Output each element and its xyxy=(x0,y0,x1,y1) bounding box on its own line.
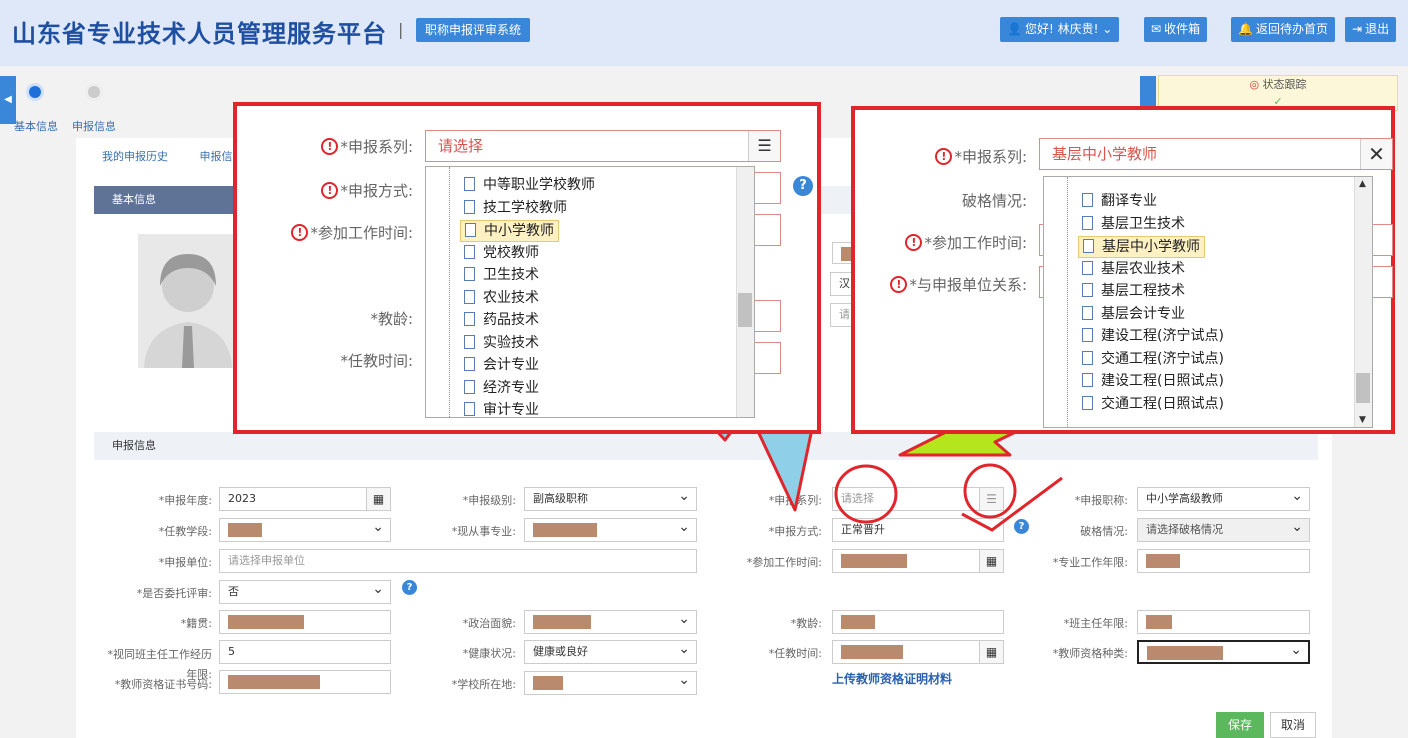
scrollbar-thumb[interactable] xyxy=(1356,373,1370,403)
document-icon xyxy=(1082,306,1093,320)
document-icon xyxy=(464,312,475,326)
series-annotation-circle xyxy=(834,464,898,524)
document-icon xyxy=(464,357,475,371)
document-icon xyxy=(1082,396,1093,410)
help-icon[interactable]: ? xyxy=(793,176,813,196)
document-icon xyxy=(1082,351,1093,365)
document-icon xyxy=(465,223,476,237)
document-icon xyxy=(1082,193,1093,207)
scrollbar[interactable] xyxy=(736,167,754,417)
document-icon xyxy=(464,335,475,349)
list-item[interactable]: 交通工程(济宁试点) xyxy=(1078,349,1228,369)
document-icon xyxy=(1082,328,1093,342)
document-icon xyxy=(1082,216,1093,230)
popup-worktime-label: ! *参加工作时间: xyxy=(875,232,1027,253)
list-item-selected[interactable]: 中小学教师 xyxy=(460,220,559,242)
popup-teach-age-label: *教龄: xyxy=(370,310,413,328)
popup-breaking-label: 破格情况: xyxy=(961,192,1027,210)
series-popup-left: ! *申报系列: 请选择 ☰ ! *申报方式: ! *参加工作时间: *教龄: *任教时… xyxy=(233,102,821,434)
document-icon xyxy=(464,245,475,259)
document-icon xyxy=(1082,373,1093,387)
series-dropdown-left[interactable]: 中等职业学校教师 技工学校教师 中小学教师 党校教师 卫生技术 农业技术 药品技… xyxy=(425,166,755,418)
scroll-up-icon[interactable]: ▲ xyxy=(1359,179,1366,189)
document-icon xyxy=(464,402,475,416)
document-icon xyxy=(464,267,475,281)
document-icon xyxy=(1082,261,1093,275)
list-item[interactable]: 中等职业学校教师 xyxy=(460,175,599,195)
scrollbar-thumb[interactable] xyxy=(738,293,752,327)
list-item-selected[interactable]: 基层中小学教师 xyxy=(1078,236,1205,258)
list-item[interactable]: 实验技术 xyxy=(460,333,543,353)
list-item[interactable]: 经济专业 xyxy=(460,378,543,398)
popup-series-label: ! *申报系列: xyxy=(257,136,413,157)
document-icon xyxy=(464,290,475,304)
list-item[interactable]: 交通工程(日照试点) xyxy=(1078,394,1228,414)
popup-worktime-label: ! *参加工作时间: xyxy=(257,222,413,243)
popup-method-label: ! *申报方式: xyxy=(257,180,413,201)
list-item[interactable]: 药品技术 xyxy=(460,310,543,330)
list-item[interactable]: 基层农业技术 xyxy=(1078,259,1189,279)
list-item[interactable]: 卫生技术 xyxy=(460,265,543,285)
document-icon xyxy=(1082,283,1093,297)
document-icon xyxy=(464,200,475,214)
list-item[interactable]: 会计专业 xyxy=(460,355,543,375)
close-icon[interactable]: ✕ xyxy=(1360,139,1392,169)
list-item[interactable]: 翻译专业 xyxy=(1078,191,1161,211)
popup-series-select[interactable]: 基层中小学教师 ✕ xyxy=(1039,138,1393,170)
list-item[interactable]: 基层卫生技术 xyxy=(1078,214,1189,234)
scrollbar[interactable]: ▲ ▼ xyxy=(1354,177,1372,427)
document-icon xyxy=(464,380,475,394)
popup-series-label: ! *申报系列: xyxy=(875,146,1027,167)
list-button-annotation-circle xyxy=(963,463,1017,519)
list-item[interactable]: 审计专业 xyxy=(460,400,543,417)
list-item[interactable]: 建设工程(济宁试点) xyxy=(1078,326,1228,346)
scroll-down-icon[interactable]: ▼ xyxy=(1359,415,1366,425)
list-item[interactable]: 建设工程(日照试点) xyxy=(1078,371,1228,391)
document-icon xyxy=(464,177,475,191)
document-icon xyxy=(1083,239,1094,253)
list-icon[interactable]: ☰ xyxy=(748,131,780,161)
series-popup-right: ! *申报系列: 基层中小学教师 ✕ 破格情况: ! *参加工作时间: ! *与申报单位… xyxy=(851,106,1395,434)
list-item[interactable]: 党校教师 xyxy=(460,243,543,263)
popup-teach-time-label: *任教时间: xyxy=(340,352,413,370)
list-item[interactable]: 农业技术 xyxy=(460,288,543,308)
popup-relation-label: ! *与申报单位关系: xyxy=(875,274,1027,295)
list-item[interactable]: 基层会计专业 xyxy=(1078,304,1189,324)
popup-series-select[interactable]: 请选择 ☰ xyxy=(425,130,781,162)
list-item[interactable]: 技工学校教师 xyxy=(460,198,571,218)
list-item[interactable]: 基层工程技术 xyxy=(1078,281,1189,301)
series-dropdown-right[interactable]: 翻译专业 基层卫生技术 基层中小学教师 基层农业技术 基层工程技术 基层会计专业… xyxy=(1043,176,1373,428)
